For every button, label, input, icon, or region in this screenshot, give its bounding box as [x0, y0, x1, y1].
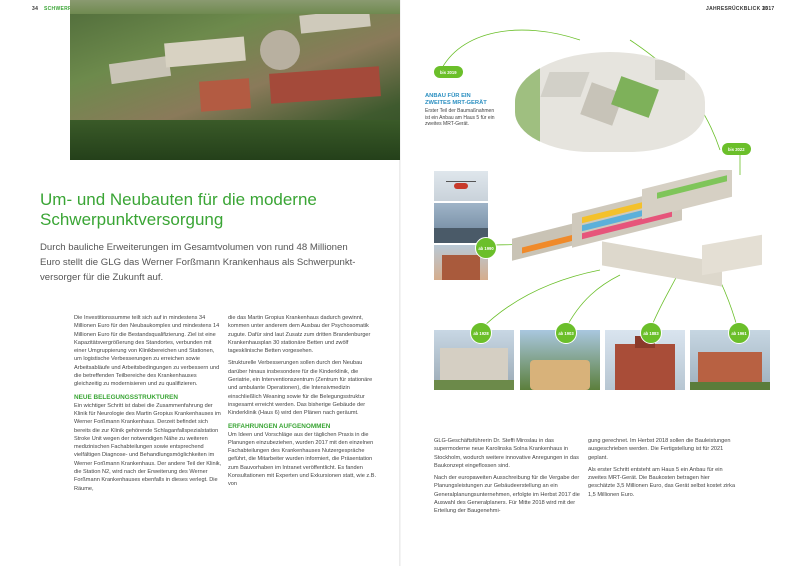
paragraph: Strukturelle Verbesserungen sollen durch… — [228, 360, 373, 417]
paragraph: Die Investitionssumme teilt sich auf in … — [74, 315, 220, 388]
mrt-site-plan-image — [515, 52, 705, 152]
modern-building-photo — [434, 203, 488, 243]
badge-bis-2022: bis 2022 — [722, 143, 751, 155]
paragraph: GLG-Geschäftsführerin Dr. Steffi Mirosla… — [434, 438, 579, 469]
paragraph: Als erster Schritt entsteht am Haus 5 ei… — [588, 466, 736, 498]
badge-bis-2019: bis 2019 — [434, 66, 463, 78]
mrt-caption-title: ANBAU FÜR EIN ZWEITES MRT-GERÄT — [425, 93, 487, 106]
magazine-spread: 34 SCHWERPUNKTE JAHRESRÜCKBLICK 2017 35 … — [0, 0, 800, 566]
badge-ab-1961: ab 1961 — [728, 322, 750, 344]
badge-ab-1990: ab 1990 — [475, 237, 497, 259]
subheading: ERFAHRUNGEN AUFGENOMMEN — [228, 422, 331, 430]
badge-ab-1928: ab 1928 — [470, 322, 492, 344]
paragraph: Ein wichtiger Schritt ist dabei die Zusa… — [74, 402, 222, 492]
aerial-hospital-photo — [70, 0, 400, 160]
text-column-1: Die Investitionssumme teilt sich auf in … — [74, 314, 222, 497]
paragraph: Nach der europaweiten Ausschreibung für … — [434, 475, 580, 515]
badge-ab-1903: ab 1903 — [555, 322, 577, 344]
article-lead: Durch bauliche Erweiterungen im Gesamtvo… — [40, 242, 356, 283]
subheading: NEUE BELEGUNGSSTRUKTUREN — [74, 393, 179, 401]
paragraph: gung gerechnet. Im Herbst 2018 sollen di… — [588, 438, 731, 461]
text-column-4: gung gerechnet. Im Herbst 2018 sollen di… — [588, 437, 738, 503]
helicopter-photo — [434, 171, 488, 201]
building-3d-illustration — [492, 170, 792, 320]
mrt-caption-text: Erster Teil der Baumaßnahmen ist ein Anb… — [425, 108, 495, 128]
text-column-2: die das Martin Gropius Krankenhaus dadur… — [228, 314, 376, 493]
text-column-3: GLG-Geschäftsführerin Dr. Steffi Mirosla… — [434, 437, 582, 520]
badge-ab-1883: ab 1883 — [640, 322, 662, 344]
paragraph: Um Ideen und Vorschläge aus der tägliche… — [228, 431, 377, 488]
paragraph: die das Martin Gropius Krankenhaus dadur… — [228, 315, 371, 355]
article-title: Um- und Neubauten für die moderne Schwer… — [40, 190, 317, 229]
left-page-number: 34 — [32, 6, 39, 12]
